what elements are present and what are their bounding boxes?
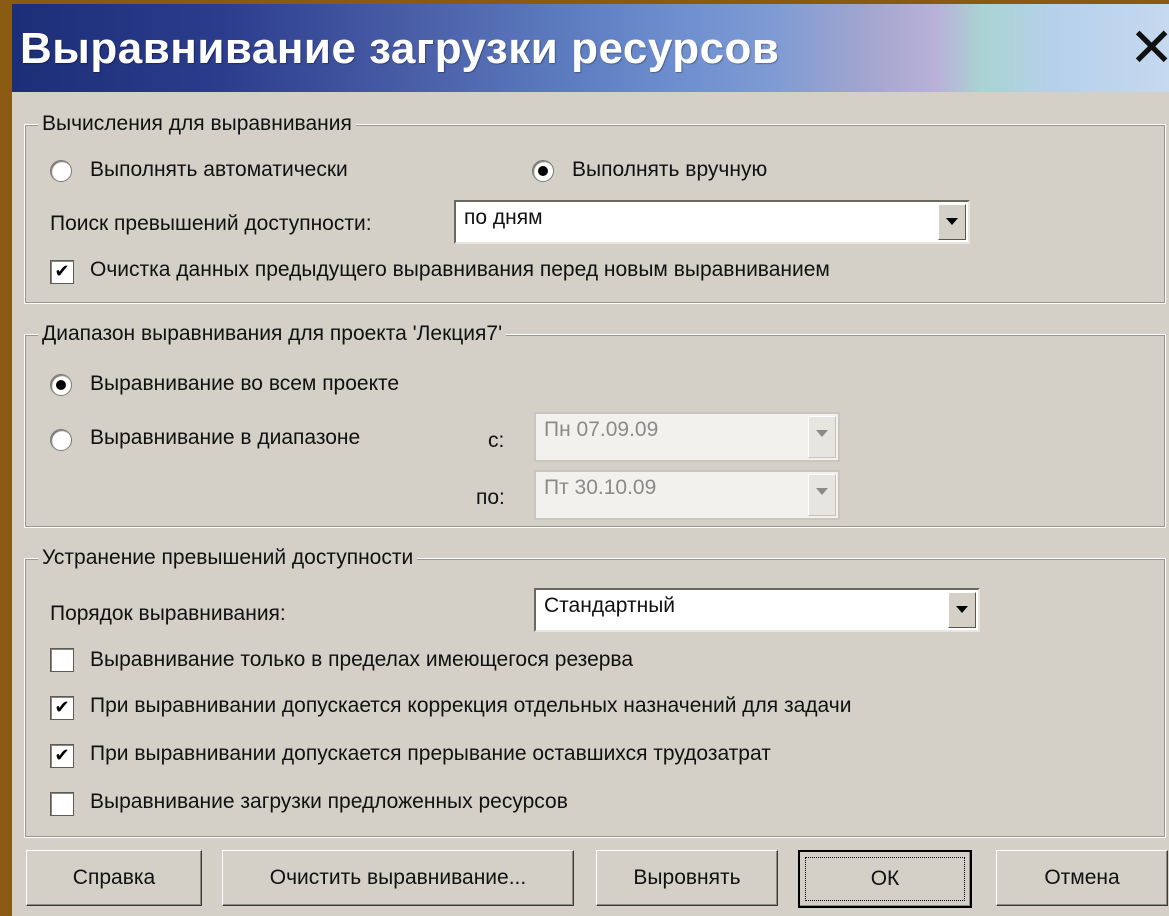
split-work-checkbox[interactable]: ✔ [50,744,74,768]
cancel-button[interactable]: Отмена [996,850,1168,906]
split-work-label: При выравнивании допускается прерывание … [90,742,771,765]
radio-manual-label: Выполнять вручную [572,158,768,181]
clear-data-checkbox[interactable]: ✔ [50,260,74,284]
radio-date-range-label: Выравнивание в диапазоне [90,426,361,449]
search-label: Поиск превышений доступности: [50,212,372,235]
chevron-down-icon[interactable] [808,474,836,516]
close-icon[interactable]: ✕ [1129,16,1169,80]
adjust-assignments-label: При выравнивании допускается коррекция о… [90,694,852,717]
radio-whole-project-label: Выравнивание во всем проекте [90,372,400,395]
dialog-title: Выравнивание загрузки ресурсов [20,24,780,73]
clear-leveling-button[interactable]: Очистить выравнивание... [222,850,574,906]
radio-auto[interactable] [50,160,72,182]
slack-only-checkbox[interactable] [50,648,74,672]
range-group-legend: Диапазон выравнивания для проекта 'Лекци… [38,322,507,346]
chevron-down-icon[interactable] [938,204,966,240]
resolve-group-legend: Устранение превышений доступности [38,546,418,570]
radio-auto-label: Выполнять автоматически [90,158,348,181]
proposed-resources-label: Выравнивание загрузки предложенных ресур… [90,790,568,813]
from-date-select[interactable]: Пн 07.09.09 [534,412,840,462]
level-now-button[interactable]: Выровнять [596,850,778,906]
chevron-down-icon[interactable] [808,416,836,458]
proposed-resources-checkbox[interactable] [50,792,74,816]
chevron-down-icon[interactable] [948,592,976,628]
adjust-assignments-checkbox[interactable]: ✔ [50,696,74,720]
leveling-dialog: Выравнивание загрузки ресурсов ✕ Вычисле… [12,4,1169,916]
slack-only-label: Выравнивание только в пределах имеющегос… [90,648,634,671]
order-select-value: Стандартный [544,594,676,617]
ok-button[interactable]: ОК [798,850,972,908]
radio-manual[interactable] [532,160,554,182]
from-date-value: Пн 07.09.09 [544,418,659,441]
search-select-value: по дням [464,206,543,229]
radio-whole-project[interactable] [50,374,72,396]
from-label: с: [488,429,505,452]
to-date-value: Пт 30.10.09 [544,476,657,499]
calc-group-legend: Вычисления для выравнивания [38,112,356,136]
focus-rect [805,857,965,901]
order-select[interactable]: Стандартный [534,588,980,632]
radio-date-range[interactable] [50,429,72,451]
title-bar[interactable]: Выравнивание загрузки ресурсов ✕ [12,4,1169,92]
help-button[interactable]: Справка [26,850,202,906]
search-select[interactable]: по дням [454,200,970,244]
to-date-select[interactable]: Пт 30.10.09 [534,470,840,520]
clear-data-label: Очистка данных предыдущего выравнивания … [90,258,830,281]
order-label: Порядок выравнивания: [50,602,286,625]
to-label: по: [476,486,505,509]
